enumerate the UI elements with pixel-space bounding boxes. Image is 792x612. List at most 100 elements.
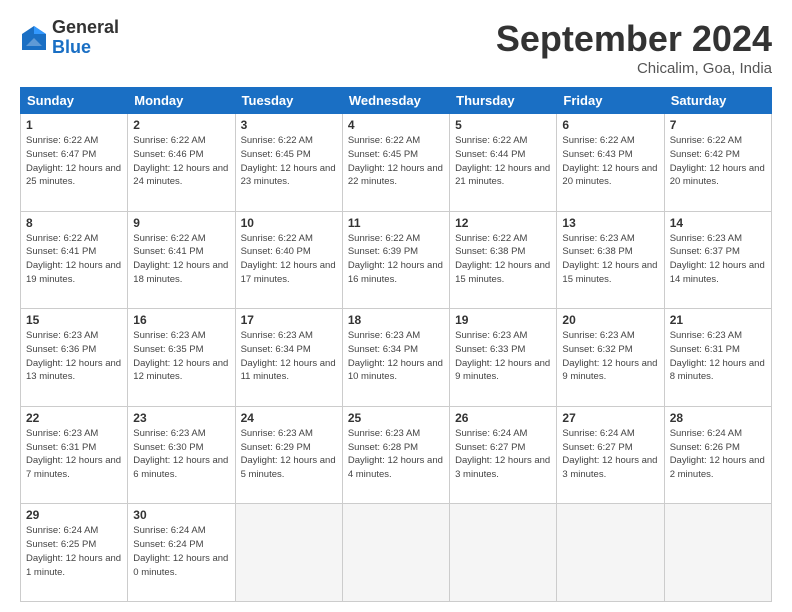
day-number: 12 xyxy=(455,216,551,230)
logo-text: General Blue xyxy=(52,18,119,58)
day-info: Sunrise: 6:23 AM Sunset: 6:34 PM Dayligh… xyxy=(348,329,444,384)
day-number: 18 xyxy=(348,313,444,327)
day-number: 10 xyxy=(241,216,337,230)
day-info: Sunrise: 6:22 AM Sunset: 6:38 PM Dayligh… xyxy=(455,232,551,287)
day-info: Sunrise: 6:22 AM Sunset: 6:43 PM Dayligh… xyxy=(562,134,658,189)
table-row xyxy=(557,504,664,602)
calendar-header-row: Sunday Monday Tuesday Wednesday Thursday… xyxy=(21,88,772,114)
table-row: 29 Sunrise: 6:24 AM Sunset: 6:25 PM Dayli… xyxy=(21,504,128,602)
table-row: 25 Sunrise: 6:23 AM Sunset: 6:28 PM Dayli… xyxy=(342,406,449,504)
day-info: Sunrise: 6:24 AM Sunset: 6:27 PM Dayligh… xyxy=(562,427,658,482)
calendar-week-row: 29 Sunrise: 6:24 AM Sunset: 6:25 PM Dayli… xyxy=(21,504,772,602)
table-row xyxy=(235,504,342,602)
table-row: 14 Sunrise: 6:23 AM Sunset: 6:37 PM Dayli… xyxy=(664,211,771,309)
col-monday: Monday xyxy=(128,88,235,114)
day-info: Sunrise: 6:22 AM Sunset: 6:47 PM Dayligh… xyxy=(26,134,122,189)
table-row: 20 Sunrise: 6:23 AM Sunset: 6:32 PM Dayli… xyxy=(557,309,664,407)
table-row: 4 Sunrise: 6:22 AM Sunset: 6:45 PM Daylig… xyxy=(342,114,449,212)
day-info: Sunrise: 6:22 AM Sunset: 6:46 PM Dayligh… xyxy=(133,134,229,189)
day-info: Sunrise: 6:24 AM Sunset: 6:27 PM Dayligh… xyxy=(455,427,551,482)
col-sunday: Sunday xyxy=(21,88,128,114)
day-number: 22 xyxy=(26,411,122,425)
day-info: Sunrise: 6:23 AM Sunset: 6:29 PM Dayligh… xyxy=(241,427,337,482)
day-info: Sunrise: 6:22 AM Sunset: 6:41 PM Dayligh… xyxy=(133,232,229,287)
table-row: 13Sunrise: 6:23 AM Sunset: 6:38 PM Dayli… xyxy=(557,211,664,309)
day-info: Sunrise: 6:22 AM Sunset: 6:45 PM Dayligh… xyxy=(348,134,444,189)
calendar-week-row: 15Sunrise: 6:23 AM Sunset: 6:36 PM Dayli… xyxy=(21,309,772,407)
day-info: Sunrise: 6:22 AM Sunset: 6:40 PM Dayligh… xyxy=(241,232,337,287)
calendar-week-row: 1Sunrise: 6:22 AM Sunset: 6:47 PM Daylig… xyxy=(21,114,772,212)
day-info: Sunrise: 6:24 AM Sunset: 6:26 PM Dayligh… xyxy=(670,427,766,482)
calendar-table: Sunday Monday Tuesday Wednesday Thursday… xyxy=(20,87,772,602)
col-friday: Friday xyxy=(557,88,664,114)
table-row xyxy=(342,504,449,602)
col-thursday: Thursday xyxy=(450,88,557,114)
logo-general: General xyxy=(52,18,119,38)
day-info: Sunrise: 6:22 AM Sunset: 6:39 PM Dayligh… xyxy=(348,232,444,287)
day-number: 15 xyxy=(26,313,122,327)
day-info: Sunrise: 6:23 AM Sunset: 6:30 PM Dayligh… xyxy=(133,427,229,482)
day-number: 16 xyxy=(133,313,229,327)
table-row: 1Sunrise: 6:22 AM Sunset: 6:47 PM Daylig… xyxy=(21,114,128,212)
table-row: 12 Sunrise: 6:22 AM Sunset: 6:38 PM Dayli… xyxy=(450,211,557,309)
col-saturday: Saturday xyxy=(664,88,771,114)
table-row: 8 Sunrise: 6:22 AM Sunset: 6:41 PM Daylig… xyxy=(21,211,128,309)
day-number: 20 xyxy=(562,313,658,327)
location: Chicalim, Goa, India xyxy=(496,60,772,77)
table-row: 5 Sunrise: 6:22 AM Sunset: 6:44 PM Daylig… xyxy=(450,114,557,212)
table-row xyxy=(450,504,557,602)
title-block: September 2024 Chicalim, Goa, India xyxy=(496,18,772,77)
logo-icon xyxy=(20,24,48,52)
calendar-week-row: 22 Sunrise: 6:23 AM Sunset: 6:31 PM Dayli… xyxy=(21,406,772,504)
day-number: 6 xyxy=(562,118,658,132)
table-row xyxy=(664,504,771,602)
day-number: 4 xyxy=(348,118,444,132)
day-info: Sunrise: 6:24 AM Sunset: 6:24 PM Dayligh… xyxy=(133,524,229,579)
table-row: 10 Sunrise: 6:22 AM Sunset: 6:40 PM Dayli… xyxy=(235,211,342,309)
day-info: Sunrise: 6:22 AM Sunset: 6:44 PM Dayligh… xyxy=(455,134,551,189)
month-title: September 2024 xyxy=(496,18,772,60)
table-row: 18 Sunrise: 6:23 AM Sunset: 6:34 PM Dayli… xyxy=(342,309,449,407)
table-row: 16Sunrise: 6:23 AM Sunset: 6:35 PM Dayli… xyxy=(128,309,235,407)
logo: General Blue xyxy=(20,18,119,58)
table-row: 15Sunrise: 6:23 AM Sunset: 6:36 PM Dayli… xyxy=(21,309,128,407)
day-info: Sunrise: 6:23 AM Sunset: 6:28 PM Dayligh… xyxy=(348,427,444,482)
table-row: 21Sunrise: 6:23 AM Sunset: 6:31 PM Dayli… xyxy=(664,309,771,407)
logo-blue: Blue xyxy=(52,38,119,58)
table-row: 19Sunrise: 6:23 AM Sunset: 6:33 PM Dayli… xyxy=(450,309,557,407)
day-number: 29 xyxy=(26,508,122,522)
day-number: 11 xyxy=(348,216,444,230)
day-number: 8 xyxy=(26,216,122,230)
day-number: 21 xyxy=(670,313,766,327)
day-number: 28 xyxy=(670,411,766,425)
day-number: 2 xyxy=(133,118,229,132)
table-row: 27Sunrise: 6:24 AM Sunset: 6:27 PM Dayli… xyxy=(557,406,664,504)
day-number: 25 xyxy=(348,411,444,425)
header: General Blue September 2024 Chicalim, Go… xyxy=(20,18,772,77)
table-row: 9Sunrise: 6:22 AM Sunset: 6:41 PM Daylig… xyxy=(128,211,235,309)
day-number: 17 xyxy=(241,313,337,327)
table-row: 11 Sunrise: 6:22 AM Sunset: 6:39 PM Dayli… xyxy=(342,211,449,309)
day-info: Sunrise: 6:23 AM Sunset: 6:31 PM Dayligh… xyxy=(26,427,122,482)
table-row: 23 Sunrise: 6:23 AM Sunset: 6:30 PM Dayli… xyxy=(128,406,235,504)
day-number: 30 xyxy=(133,508,229,522)
day-number: 19 xyxy=(455,313,551,327)
table-row: 24 Sunrise: 6:23 AM Sunset: 6:29 PM Dayli… xyxy=(235,406,342,504)
day-info: Sunrise: 6:23 AM Sunset: 6:34 PM Dayligh… xyxy=(241,329,337,384)
day-info: Sunrise: 6:22 AM Sunset: 6:42 PM Dayligh… xyxy=(670,134,766,189)
table-row: 26Sunrise: 6:24 AM Sunset: 6:27 PM Dayli… xyxy=(450,406,557,504)
day-info: Sunrise: 6:24 AM Sunset: 6:25 PM Dayligh… xyxy=(26,524,122,579)
table-row: 28 Sunrise: 6:24 AM Sunset: 6:26 PM Dayli… xyxy=(664,406,771,504)
day-info: Sunrise: 6:22 AM Sunset: 6:41 PM Dayligh… xyxy=(26,232,122,287)
day-info: Sunrise: 6:23 AM Sunset: 6:37 PM Dayligh… xyxy=(670,232,766,287)
day-info: Sunrise: 6:22 AM Sunset: 6:45 PM Dayligh… xyxy=(241,134,337,189)
day-number: 5 xyxy=(455,118,551,132)
day-number: 23 xyxy=(133,411,229,425)
table-row: 22 Sunrise: 6:23 AM Sunset: 6:31 PM Dayli… xyxy=(21,406,128,504)
day-number: 14 xyxy=(670,216,766,230)
col-wednesday: Wednesday xyxy=(342,88,449,114)
table-row: 30 Sunrise: 6:24 AM Sunset: 6:24 PM Dayli… xyxy=(128,504,235,602)
day-info: Sunrise: 6:23 AM Sunset: 6:38 PM Dayligh… xyxy=(562,232,658,287)
day-number: 24 xyxy=(241,411,337,425)
day-info: Sunrise: 6:23 AM Sunset: 6:32 PM Dayligh… xyxy=(562,329,658,384)
